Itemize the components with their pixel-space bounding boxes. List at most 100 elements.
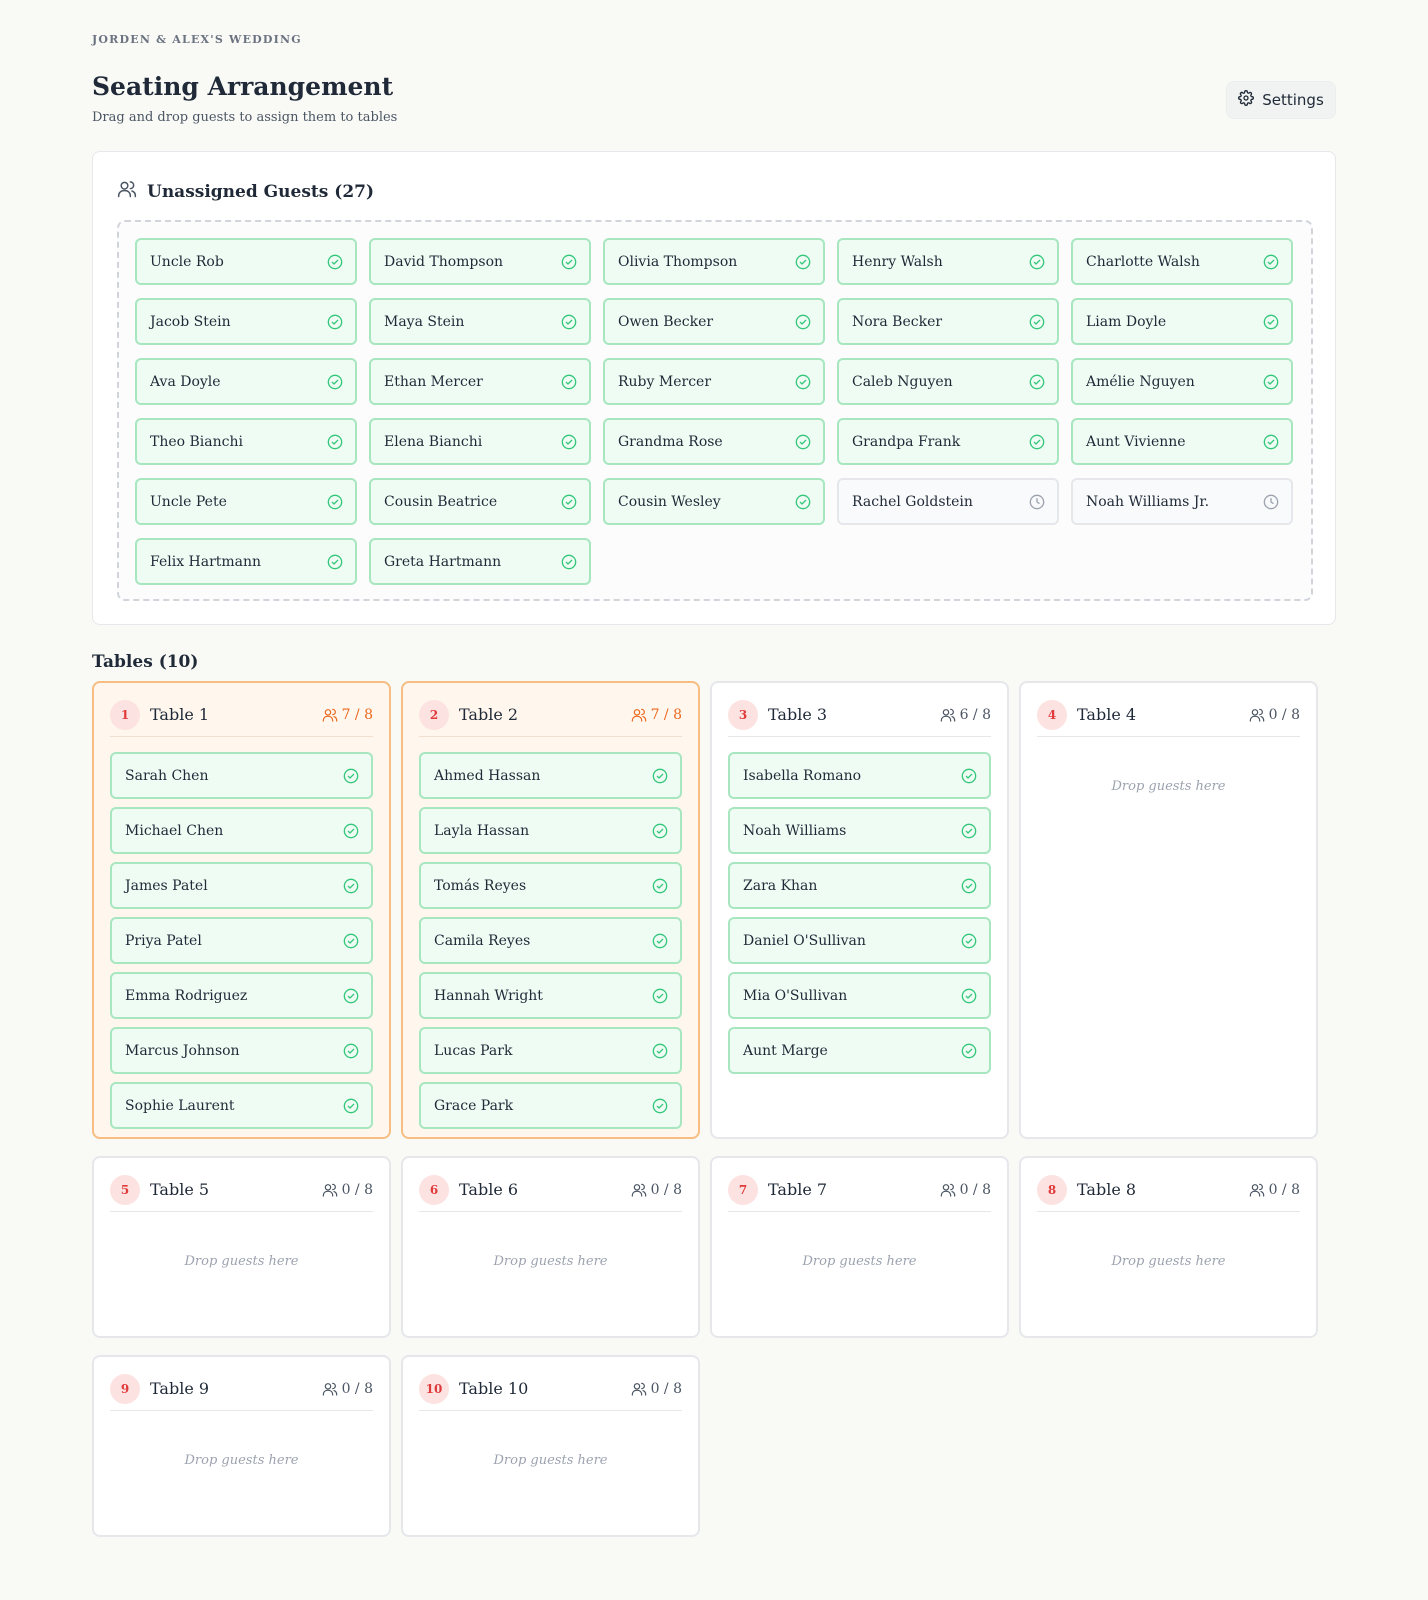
guest-chip[interactable]: Michael Chen bbox=[110, 807, 373, 854]
guest-chip[interactable]: Marcus Johnson bbox=[110, 1027, 373, 1074]
guest-chip[interactable]: Daniel O'Sullivan bbox=[728, 917, 991, 964]
table-card-7[interactable]: 7 Table 7 0 / 8 Drop guests here bbox=[710, 1156, 1009, 1338]
guest-chip[interactable]: Grace Park bbox=[419, 1082, 682, 1129]
users-icon bbox=[631, 707, 647, 723]
guest-chip[interactable]: Rachel Goldstein bbox=[837, 478, 1059, 525]
guest-chip[interactable]: Mia O'Sullivan bbox=[728, 972, 991, 1019]
guest-chip[interactable]: Felix Hartmann bbox=[135, 538, 357, 585]
table-name: Table 2 bbox=[459, 705, 519, 724]
guest-name: Aunt Marge bbox=[743, 1042, 828, 1059]
table-number-badge: 5 bbox=[110, 1174, 140, 1205]
check-circle-icon bbox=[327, 254, 343, 270]
table-card-4[interactable]: 4 Table 4 0 / 8 Drop guests here bbox=[1019, 681, 1318, 1139]
guest-chip[interactable]: Lucas Park bbox=[419, 1027, 682, 1074]
guest-chip[interactable]: Nora Becker bbox=[837, 298, 1059, 345]
guest-chip[interactable]: Henry Walsh bbox=[837, 238, 1059, 285]
guest-name: Caleb Nguyen bbox=[852, 373, 953, 390]
guest-chip[interactable]: Zara Khan bbox=[728, 862, 991, 909]
check-circle-icon bbox=[327, 374, 343, 390]
guest-name: Aunt Vivienne bbox=[1086, 433, 1186, 450]
guest-chip[interactable]: Ethan Mercer bbox=[369, 358, 591, 405]
guest-chip[interactable]: Cousin Wesley bbox=[603, 478, 825, 525]
guest-chip[interactable]: Ahmed Hassan bbox=[419, 752, 682, 799]
guest-chip[interactable]: Grandma Rose bbox=[603, 418, 825, 465]
table-guest-list: Ahmed Hassan Layla Hassan Tomás Reyes Camil… bbox=[419, 752, 682, 1129]
guest-name: Henry Walsh bbox=[852, 253, 943, 270]
guest-chip[interactable]: Caleb Nguyen bbox=[837, 358, 1059, 405]
check-circle-icon bbox=[1263, 434, 1279, 450]
table-card-9[interactable]: 9 Table 9 0 / 8 Drop guests here bbox=[92, 1355, 391, 1537]
guest-chip[interactable]: Cousin Beatrice bbox=[369, 478, 591, 525]
guest-chip[interactable]: Emma Rodriguez bbox=[110, 972, 373, 1019]
guest-name: Cousin Beatrice bbox=[384, 493, 498, 510]
guest-chip[interactable]: Sarah Chen bbox=[110, 752, 373, 799]
table-header: 3 Table 3 6 / 8 bbox=[728, 699, 991, 737]
table-capacity-text: 0 / 8 bbox=[959, 1181, 991, 1198]
table-card-6[interactable]: 6 Table 6 0 / 8 Drop guests here bbox=[401, 1156, 700, 1338]
guest-chip[interactable]: Ava Doyle bbox=[135, 358, 357, 405]
unassigned-dropzone[interactable]: Uncle Rob David Thompson Olivia Thompson He… bbox=[117, 220, 1313, 601]
table-capacity-text: 0 / 8 bbox=[341, 1181, 373, 1198]
guest-chip[interactable]: Jacob Stein bbox=[135, 298, 357, 345]
table-card-8[interactable]: 8 Table 8 0 / 8 Drop guests here bbox=[1019, 1156, 1318, 1338]
guest-chip[interactable]: Elena Bianchi bbox=[369, 418, 591, 465]
guest-chip[interactable]: Camila Reyes bbox=[419, 917, 682, 964]
guest-chip[interactable]: Charlotte Walsh bbox=[1071, 238, 1293, 285]
table-number-badge: 1 bbox=[110, 699, 140, 730]
unassigned-title: Unassigned Guests (27) bbox=[147, 181, 375, 202]
guest-chip[interactable]: David Thompson bbox=[369, 238, 591, 285]
guest-chip[interactable]: Isabella Romano bbox=[728, 752, 991, 799]
table-card-3[interactable]: 3 Table 3 6 / 8 Isabella Romano Noah William… bbox=[710, 681, 1009, 1139]
users-icon bbox=[322, 707, 338, 723]
table-number-badge: 7 bbox=[728, 1174, 758, 1205]
check-circle-icon bbox=[327, 434, 343, 450]
guest-chip[interactable]: Aunt Vivienne bbox=[1071, 418, 1293, 465]
guest-chip[interactable]: Priya Patel bbox=[110, 917, 373, 964]
guest-name: Lucas Park bbox=[434, 1042, 513, 1059]
check-circle-icon bbox=[343, 823, 359, 839]
table-card-2[interactable]: 2 Table 2 7 / 8 Ahmed Hassan Layla Hassan Tom… bbox=[401, 681, 700, 1139]
drop-hint: Drop guests here bbox=[802, 1254, 917, 1269]
guest-chip[interactable]: Aunt Marge bbox=[728, 1027, 991, 1074]
guest-name: Ethan Mercer bbox=[384, 373, 483, 390]
guest-chip[interactable]: Olivia Thompson bbox=[603, 238, 825, 285]
check-circle-icon bbox=[795, 434, 811, 450]
check-circle-icon bbox=[795, 254, 811, 270]
guest-name: Michael Chen bbox=[125, 822, 224, 839]
guest-chip[interactable]: Layla Hassan bbox=[419, 807, 682, 854]
gear-icon bbox=[1238, 90, 1255, 110]
guest-chip[interactable]: Uncle Rob bbox=[135, 238, 357, 285]
table-card-10[interactable]: 10 Table 10 0 / 8 Drop guests here bbox=[401, 1355, 700, 1537]
table-header: 2 Table 2 7 / 8 bbox=[419, 699, 682, 737]
guest-chip[interactable]: Amélie Nguyen bbox=[1071, 358, 1293, 405]
guest-name: Grandma Rose bbox=[618, 433, 723, 450]
guest-chip[interactable]: Noah Williams Jr. bbox=[1071, 478, 1293, 525]
table-card-5[interactable]: 5 Table 5 0 / 8 Drop guests here bbox=[92, 1156, 391, 1338]
settings-button[interactable]: Settings bbox=[1226, 81, 1336, 119]
guest-chip[interactable]: Theo Bianchi bbox=[135, 418, 357, 465]
guest-chip[interactable]: Noah Williams bbox=[728, 807, 991, 854]
guest-chip[interactable]: Maya Stein bbox=[369, 298, 591, 345]
guest-chip[interactable]: Greta Hartmann bbox=[369, 538, 591, 585]
guest-name: Liam Doyle bbox=[1086, 313, 1167, 330]
guest-chip[interactable]: Uncle Pete bbox=[135, 478, 357, 525]
guest-chip[interactable]: Grandpa Frank bbox=[837, 418, 1059, 465]
guest-chip[interactable]: Ruby Mercer bbox=[603, 358, 825, 405]
guest-name: Zara Khan bbox=[743, 877, 818, 894]
guest-chip[interactable]: Owen Becker bbox=[603, 298, 825, 345]
table-card-1[interactable]: 1 Table 1 7 / 8 Sarah Chen Michael Chen James… bbox=[92, 681, 391, 1139]
drop-hint: Drop guests here bbox=[493, 1453, 608, 1468]
guest-name: Nora Becker bbox=[852, 313, 943, 330]
guest-chip[interactable]: Tomás Reyes bbox=[419, 862, 682, 909]
users-icon bbox=[1249, 1182, 1265, 1198]
guest-name: Ruby Mercer bbox=[618, 373, 712, 390]
guest-chip[interactable]: James Patel bbox=[110, 862, 373, 909]
guest-chip[interactable]: Hannah Wright bbox=[419, 972, 682, 1019]
guest-name: Camila Reyes bbox=[434, 932, 531, 949]
guest-name: Grandpa Frank bbox=[852, 433, 961, 450]
guest-chip[interactable]: Liam Doyle bbox=[1071, 298, 1293, 345]
table-capacity-text: 0 / 8 bbox=[650, 1181, 682, 1198]
users-icon bbox=[940, 1182, 956, 1198]
guest-chip[interactable]: Sophie Laurent bbox=[110, 1082, 373, 1129]
page-title: Seating Arrangement bbox=[92, 72, 394, 101]
